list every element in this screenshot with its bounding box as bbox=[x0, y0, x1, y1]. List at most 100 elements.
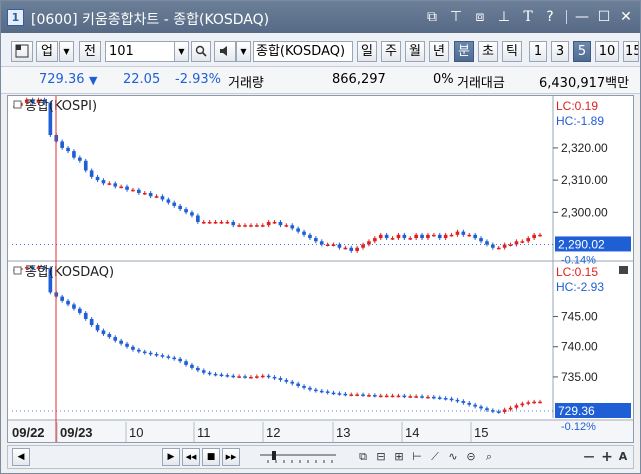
minimize-icon[interactable]: — bbox=[573, 8, 591, 26]
lock-icon[interactable]: ⊝ bbox=[464, 449, 478, 465]
current-price: 729.36 bbox=[39, 72, 85, 87]
candle-body bbox=[467, 234, 472, 237]
code-input[interactable]: 101 bbox=[105, 41, 175, 62]
candle-body bbox=[302, 385, 306, 388]
price-change: 22.05 bbox=[123, 72, 161, 87]
line-tool-icon[interactable]: ⊢ bbox=[410, 449, 424, 465]
chart-canvas[interactable]: 2,320.00 2,310.00 2,300.00 종합(KOSPI) LC:0.19… bbox=[8, 96, 633, 442]
candle-body bbox=[160, 196, 165, 200]
candle-body bbox=[432, 234, 436, 237]
type-button[interactable]: 업 bbox=[36, 41, 58, 62]
candle-body bbox=[496, 411, 501, 413]
current-value-label: 2,290.02 bbox=[558, 237, 605, 251]
scroll-right-icon[interactable]: ▶ bbox=[162, 448, 180, 466]
candle-body bbox=[426, 396, 430, 399]
candle-body bbox=[78, 157, 82, 161]
pin-icon[interactable]: ⊤ bbox=[447, 8, 465, 26]
new-window-icon[interactable]: ⧉ bbox=[423, 8, 441, 26]
candle-body bbox=[72, 304, 76, 309]
candle-body bbox=[113, 337, 118, 341]
lc-label: LC:0.15 bbox=[556, 265, 598, 279]
y-tick-label: 740.00 bbox=[561, 340, 598, 354]
candle-body bbox=[331, 392, 336, 395]
candle-body bbox=[455, 399, 460, 402]
candle-body bbox=[113, 183, 118, 187]
candle-body bbox=[496, 247, 501, 250]
trend-icon[interactable]: ⟋ bbox=[428, 449, 442, 465]
candle-body bbox=[532, 234, 536, 239]
stop-icon[interactable]: ■ bbox=[202, 448, 220, 466]
chart-area[interactable]: 2,320.00 2,310.00 2,300.00 종합(KOSPI) LC:0.19… bbox=[7, 95, 634, 443]
search-zoom-icon[interactable]: ⌕ bbox=[482, 449, 496, 465]
tab-week[interactable]: 주 bbox=[381, 41, 401, 62]
window-number-icon[interactable]: 1 bbox=[7, 9, 24, 26]
candle-body bbox=[101, 330, 106, 335]
text-tool-icon[interactable]: A bbox=[616, 449, 630, 465]
market-name-field[interactable]: 종합(KOSDAQ) bbox=[253, 41, 353, 62]
tab-day[interactable]: 일 bbox=[357, 41, 377, 62]
sound-icon[interactable] bbox=[214, 41, 236, 62]
copy-icon[interactable]: ⧉ bbox=[356, 449, 370, 465]
tab-second[interactable]: 초 bbox=[478, 41, 498, 62]
candle-body bbox=[255, 225, 259, 227]
restore-icon[interactable]: ⧈ bbox=[471, 8, 489, 26]
chart-window: 1 [0600] 키움종합차트 - 종합(KOSDAQ) ⧉ ⊤ ⧈ ⊥ T ?… bbox=[0, 0, 641, 474]
tab-minute[interactable]: 분 bbox=[454, 41, 474, 62]
interval-5[interactable]: 5 bbox=[573, 41, 591, 62]
close-icon[interactable]: ✕ bbox=[617, 8, 635, 26]
y-tick-label: 2,320.00 bbox=[561, 141, 608, 155]
candle-body bbox=[83, 160, 88, 171]
candle-body bbox=[243, 376, 247, 378]
compare-icon[interactable]: ⊟ bbox=[374, 449, 388, 465]
fast-forward-icon[interactable]: ▶▶ bbox=[222, 448, 240, 466]
search-icon[interactable] bbox=[191, 41, 211, 62]
zoom-slider[interactable] bbox=[258, 450, 338, 464]
candle-body bbox=[160, 355, 165, 357]
candle-body bbox=[396, 234, 401, 239]
interval-1[interactable]: 1 bbox=[529, 41, 547, 62]
maximize-icon[interactable]: ☐ bbox=[595, 8, 613, 26]
sound-dropdown-icon[interactable]: ▼ bbox=[236, 41, 251, 62]
tab-month[interactable]: 월 bbox=[405, 41, 425, 62]
extend-icon[interactable]: ⊥ bbox=[495, 8, 513, 26]
tab-year[interactable]: 년 bbox=[429, 41, 449, 62]
wave-icon[interactable]: ∿ bbox=[446, 449, 460, 465]
candle-body bbox=[201, 370, 206, 373]
candle-body bbox=[479, 238, 483, 242]
type-dropdown-icon[interactable]: ▼ bbox=[59, 41, 74, 62]
candle-body bbox=[196, 215, 200, 222]
candle-body bbox=[154, 196, 159, 198]
candle-body bbox=[213, 221, 218, 224]
candle-body bbox=[172, 357, 177, 360]
candle-body bbox=[148, 352, 153, 355]
interval-15[interactable]: 15 bbox=[623, 41, 639, 62]
current-value-label: 729.36 bbox=[558, 404, 595, 418]
zoom-in-icon[interactable]: + bbox=[600, 449, 614, 465]
help-icon[interactable]: ? bbox=[541, 8, 559, 26]
pane-close-icon bbox=[619, 266, 628, 274]
layout-icon[interactable] bbox=[11, 41, 33, 62]
candle-body bbox=[249, 376, 253, 379]
interval-3[interactable]: 3 bbox=[551, 41, 569, 62]
amount-label: 거래대금 bbox=[457, 76, 505, 91]
all-button[interactable]: 전 bbox=[79, 41, 101, 62]
candle-body bbox=[319, 241, 324, 245]
tab-tick[interactable]: 틱 bbox=[502, 41, 522, 62]
candle-body bbox=[219, 221, 224, 224]
candle-body bbox=[378, 395, 383, 398]
font-icon[interactable]: T bbox=[519, 8, 537, 26]
interval-10[interactable]: 10 bbox=[595, 41, 619, 62]
candle-body bbox=[231, 221, 236, 226]
candle-body bbox=[343, 247, 348, 250]
scroll-left-icon[interactable]: ◀ bbox=[12, 448, 30, 466]
candle-body bbox=[119, 340, 123, 344]
candle-body bbox=[384, 234, 389, 239]
settings-icon[interactable]: ⊞ bbox=[392, 449, 406, 465]
candle-body bbox=[178, 205, 182, 210]
candle-body bbox=[255, 376, 259, 378]
price-info-row: 729.36 ▼ 22.05 -2.93% 거래량 866,297 0% 거래대… bbox=[1, 67, 640, 94]
candle-body bbox=[166, 356, 171, 358]
code-dropdown-icon[interactable]: ▼ bbox=[174, 41, 189, 62]
rewind-icon[interactable]: ◀◀ bbox=[182, 448, 200, 466]
zoom-out-icon[interactable]: — bbox=[582, 449, 596, 465]
